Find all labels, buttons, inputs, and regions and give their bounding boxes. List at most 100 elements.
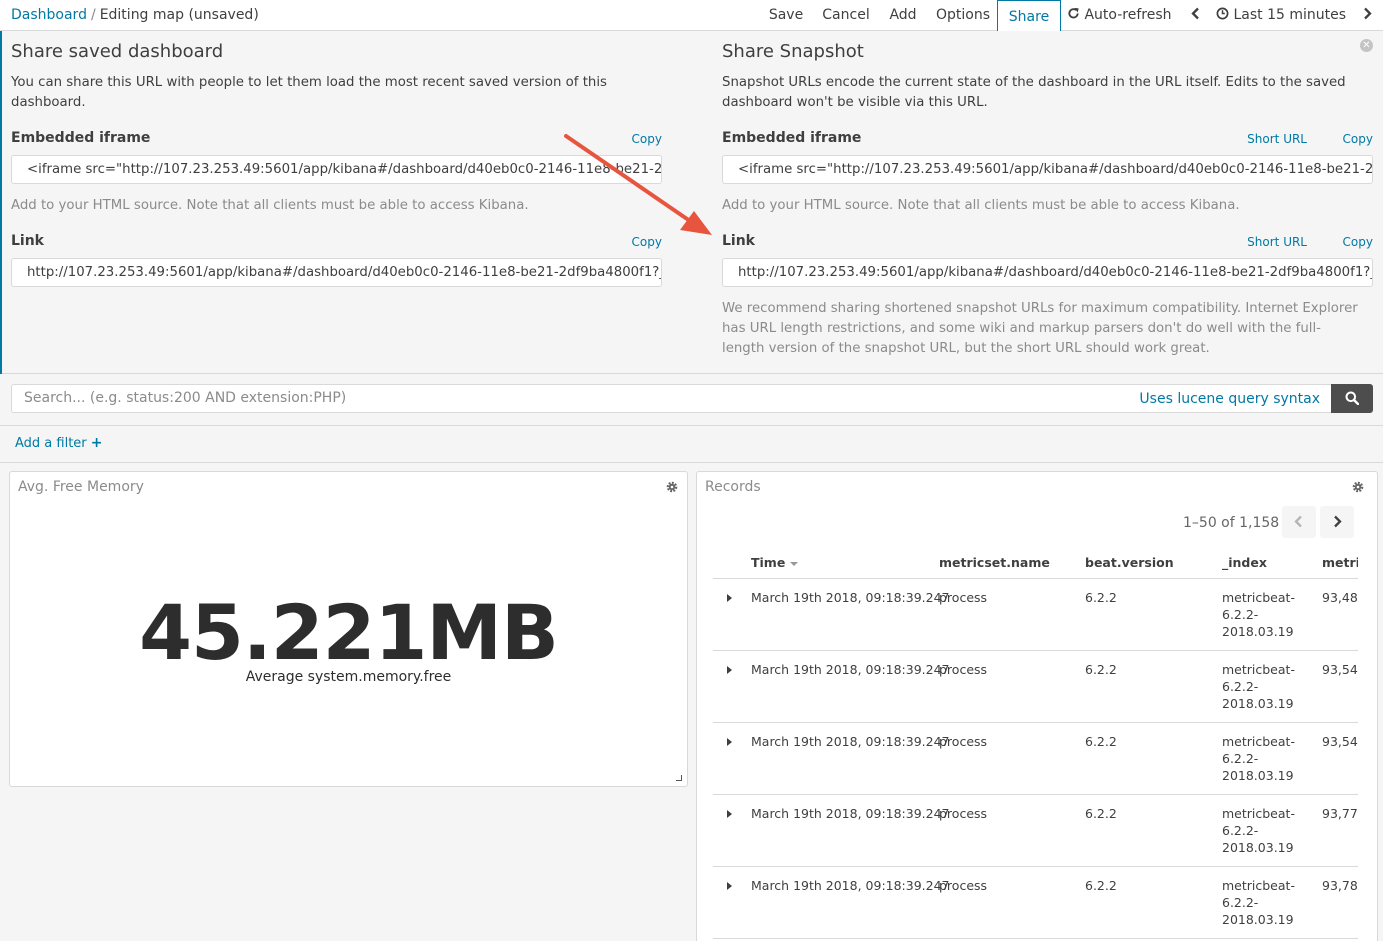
column-header-version[interactable]: beat.version (1085, 555, 1174, 570)
column-header-index[interactable]: _index (1222, 555, 1267, 570)
saved-link-copy-link[interactable]: Copy (632, 235, 662, 249)
snapshot-iframe-label: Embedded iframe (722, 130, 862, 146)
time-range-label: Last 15 minutes (1233, 7, 1346, 23)
breadcrumb-current: Editing map (unsaved) (99, 7, 259, 23)
cell-time: March 19th 2018, 09:18:39.247 (751, 806, 950, 821)
time-back-button[interactable] (1183, 0, 1207, 31)
column-header-time-label: Time (751, 555, 786, 570)
records-table: Time metricset.name beat.version _index … (713, 542, 1358, 941)
cell-metricset: process (939, 806, 988, 821)
cancel-button[interactable]: Cancel (817, 0, 875, 31)
expand-caret-icon[interactable] (727, 810, 732, 818)
snapshot-link-short-url-link[interactable]: Short URL (1247, 235, 1307, 249)
snapshot-link-field[interactable]: http://107.23.253.49:5601/app/kibana#/da… (722, 258, 1373, 287)
column-header-time[interactable]: Time (751, 555, 798, 570)
cell-metricset: process (939, 590, 988, 605)
add-filter-label: Add a filter (15, 436, 87, 451)
cell-metric: 93,785 (1322, 878, 1358, 893)
cell-index: metricbeat- 6.2.2- 2018.03.19 (1222, 878, 1295, 927)
snapshot-iframe-field[interactable]: <iframe src="http://107.23.253.49:5601/a… (722, 155, 1373, 184)
snapshot-iframe-short-url-link[interactable]: Short URL (1247, 132, 1307, 146)
table-row: March 19th 2018, 09:18:39.247 process 6.… (713, 723, 1358, 795)
cell-version: 6.2.2 (1085, 878, 1117, 893)
cell-metric: 93,549 (1322, 734, 1358, 749)
cell-version: 6.2.2 (1085, 734, 1117, 749)
share-snapshot-description: Snapshot URLs encode the current state o… (722, 75, 1346, 110)
chevron-right-icon (1363, 7, 1372, 20)
expand-caret-icon[interactable] (727, 666, 732, 674)
cell-index: metricbeat- 6.2.2- 2018.03.19 (1222, 662, 1295, 711)
table-row: March 19th 2018, 09:18:39.247 process 6.… (713, 795, 1358, 867)
cell-metricset: process (939, 662, 988, 677)
search-placeholder: Search... (e.g. status:200 AND extension… (24, 390, 347, 406)
table-row: March 19th 2018, 09:18:39.247 process 6.… (713, 579, 1358, 651)
cell-metric: 93,543 (1322, 662, 1358, 677)
column-header-metric[interactable]: metric (1322, 555, 1358, 570)
share-panel: Share saved dashboard You can share this… (0, 31, 1383, 374)
gear-icon[interactable] (1351, 480, 1365, 494)
lucene-syntax-link[interactable]: Uses lucene query syntax (1139, 385, 1320, 414)
add-button[interactable]: Add (882, 0, 924, 31)
auto-refresh-button[interactable]: Auto-refresh (1067, 0, 1172, 31)
query-bar: Search... (e.g. status:200 AND extension… (0, 374, 1383, 426)
breadcrumb-separator: / (90, 7, 96, 23)
share-button[interactable]: Share (997, 0, 1061, 33)
saved-iframe-copy-link[interactable]: Copy (632, 132, 662, 146)
cell-time: March 19th 2018, 09:18:39.247 (751, 662, 950, 677)
options-button[interactable]: Options (932, 0, 994, 31)
share-saved-description: You can share this URL with people to le… (11, 75, 607, 110)
resize-handle-icon[interactable] (676, 775, 682, 781)
cell-index: metricbeat- 6.2.2- 2018.03.19 (1222, 734, 1295, 783)
expand-caret-icon[interactable] (727, 882, 732, 890)
next-page-button[interactable] (1320, 506, 1354, 538)
metric-panel: Avg. Free Memory 45.221MB Average system… (9, 471, 688, 787)
auto-refresh-label: Auto-refresh (1084, 7, 1172, 23)
search-button[interactable] (1331, 384, 1373, 413)
cell-metric: 93,489 (1322, 590, 1358, 605)
saved-link-field[interactable]: http://107.23.253.49:5601/app/kibana#/da… (11, 258, 662, 287)
snapshot-recommendation: We recommend sharing shortened snapshot … (722, 301, 1358, 356)
pagination-count: 1–50 of 1,158 (1183, 515, 1280, 531)
breadcrumb: Dashboard / Editing map (unsaved) (11, 7, 259, 23)
cell-version: 6.2.2 (1085, 662, 1117, 677)
table-row: March 19th 2018, 09:18:39.247 process 6.… (713, 651, 1358, 723)
share-snapshot-title: Share Snapshot (722, 41, 864, 62)
expand-caret-icon[interactable] (727, 594, 732, 602)
metric-value: 45.221MB (139, 588, 559, 677)
cell-metric: 93,777 (1322, 806, 1358, 821)
table-row: March 19th 2018, 09:18:39.247 process 6.… (713, 867, 1358, 939)
cell-time: March 19th 2018, 09:18:39.247 (751, 878, 950, 893)
metric-panel-title: Avg. Free Memory (18, 479, 144, 495)
cell-version: 6.2.2 (1085, 806, 1117, 821)
search-input[interactable]: Search... (e.g. status:200 AND extension… (11, 384, 1331, 413)
expand-caret-icon[interactable] (727, 738, 732, 746)
filter-bar: Add a filter + (0, 426, 1383, 463)
active-panel-indicator (0, 31, 2, 374)
refresh-icon (1068, 7, 1079, 19)
search-icon (1345, 391, 1359, 405)
snapshot-iframe-hint: Add to your HTML source. Note that all c… (722, 198, 1240, 213)
cell-index: metricbeat- 6.2.2- 2018.03.19 (1222, 806, 1295, 855)
time-picker-button[interactable]: Last 15 minutes (1216, 0, 1346, 31)
close-icon[interactable]: ✕ (1360, 39, 1373, 52)
plus-icon: + (90, 435, 103, 451)
snapshot-link-copy-link[interactable]: Copy (1343, 235, 1373, 249)
previous-page-button[interactable] (1282, 506, 1316, 538)
save-button[interactable]: Save (762, 0, 810, 31)
gear-icon[interactable] (665, 480, 679, 494)
chevron-right-icon (1334, 515, 1342, 528)
metric-label: Average system.memory.free (245, 669, 452, 685)
saved-iframe-field[interactable]: <iframe src="http://107.23.253.49:5601/a… (11, 155, 662, 184)
saved-link-label: Link (11, 233, 44, 249)
share-saved-title: Share saved dashboard (11, 41, 224, 62)
dashboard-grid: Avg. Free Memory 45.221MB Average system… (0, 463, 1383, 941)
top-nav: Dashboard / Editing map (unsaved) Save Can… (0, 0, 1383, 33)
sort-down-icon (789, 562, 798, 566)
add-filter-button[interactable]: Add a filter + (15, 435, 103, 451)
snapshot-iframe-copy-link[interactable]: Copy (1343, 132, 1373, 146)
column-header-metricset[interactable]: metricset.name (939, 555, 1050, 570)
time-forward-button[interactable] (1355, 0, 1379, 31)
records-panel: Records 1–50 of 1,158 Time metricset.nam… (696, 471, 1378, 941)
breadcrumb-dashboard-link[interactable]: Dashboard (11, 7, 87, 23)
cell-time: March 19th 2018, 09:18:39.247 (751, 734, 950, 749)
